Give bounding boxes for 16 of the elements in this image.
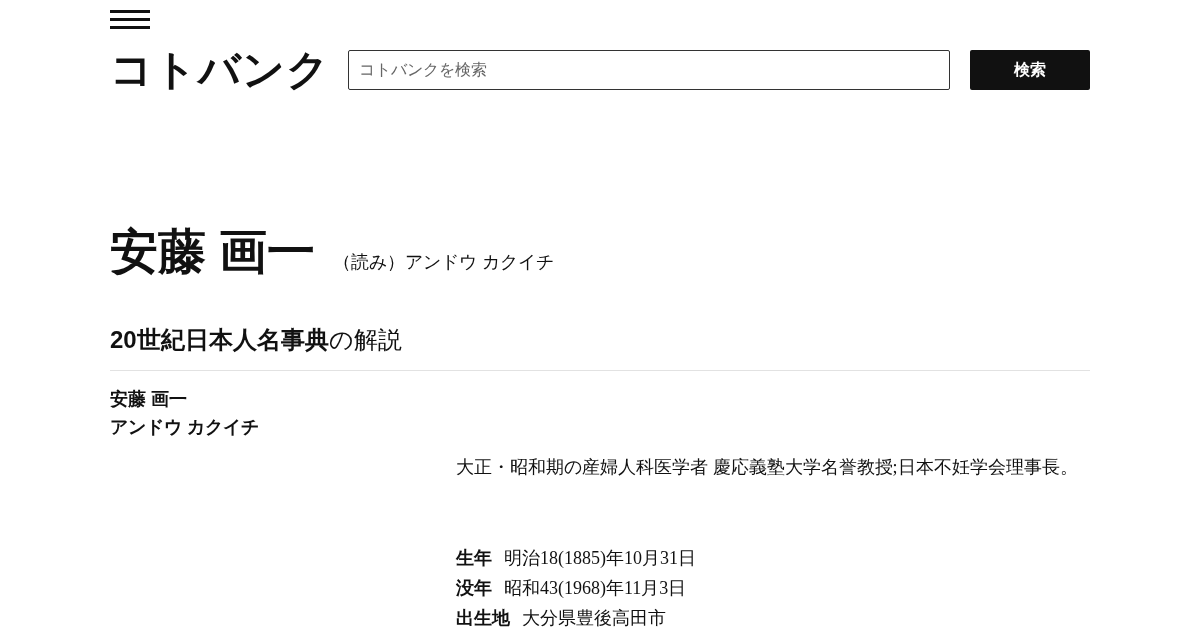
fact-label: 生年 [456, 547, 492, 570]
entry-title: 安藤 画一 [110, 224, 316, 280]
menu-icon[interactable] [110, 10, 150, 30]
site-logo[interactable]: コトバンク [110, 48, 348, 92]
fact-value: 昭和43(1968)年11月3日 [504, 577, 687, 600]
entry-reading: （読み）アンドウ カクイチ [333, 251, 555, 274]
search-button[interactable]: 検索 [970, 50, 1090, 90]
section-heading: 20世紀日本人名事典の解説 [110, 324, 1090, 371]
search-field[interactable]: コトバンクを検索 [348, 50, 950, 90]
person-name: 安藤 画一 [110, 388, 188, 411]
fact-label: 出生地 [456, 607, 510, 630]
person-reading: アンドウ カクイチ [110, 416, 260, 439]
fact-label: 没年 [456, 577, 492, 600]
description: 大正・昭和期の産婦人科医学者 慶応義塾大学名誉教授;日本不妊学会理事長。 [456, 456, 1079, 479]
fact-value: 大分県豊後高田市 [522, 607, 666, 630]
fact-value: 明治18(1885)年10月31日 [504, 547, 696, 570]
